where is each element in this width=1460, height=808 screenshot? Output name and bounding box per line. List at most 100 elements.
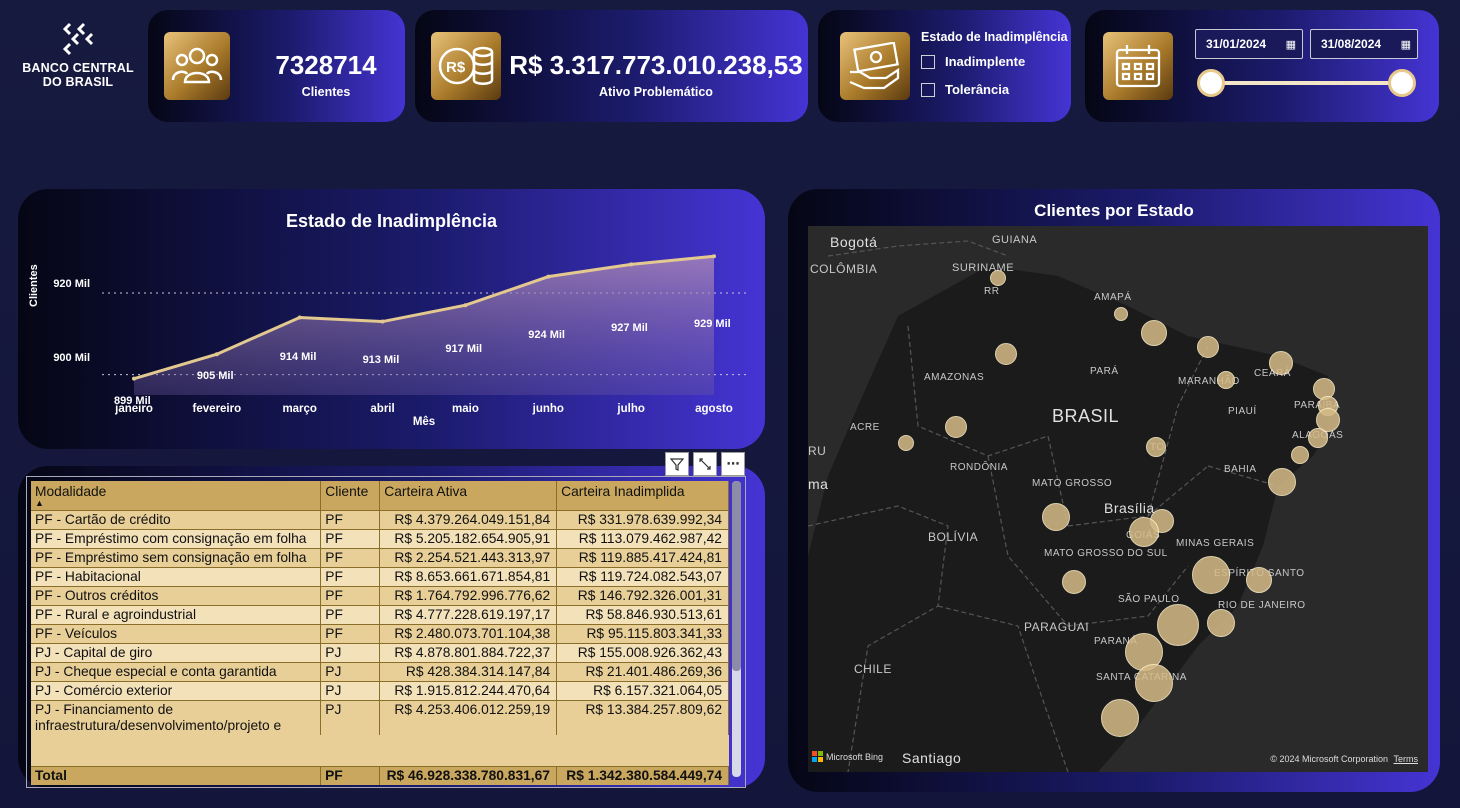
data-label-abril: 913 Mil (362, 353, 400, 366)
map-label: BAHIA (1224, 464, 1257, 475)
map-bubble[interactable] (1217, 371, 1235, 389)
table-row[interactable]: PJ - Cheque especial e conta garantida PJ… (31, 662, 729, 682)
table-row[interactable]: PJ - Financiamento de infraestrutura/des… (31, 700, 729, 735)
sort-up-icon[interactable]: ▲ (35, 499, 316, 508)
table-row[interactable]: PF - Cartão de crédito PF R$ 4.379.264.049… (31, 510, 729, 530)
logo-line2: DO BRASIL (42, 75, 114, 89)
table-row[interactable]: PF - Rural e agroindustrial PF R$ 4.777.22… (31, 605, 729, 625)
date-slider-end-handle[interactable] (1388, 69, 1416, 97)
date-slider-track[interactable] (1211, 81, 1403, 85)
filter-option-tolerancia[interactable]: Tolerância (921, 82, 1009, 97)
map-bubble[interactable] (1135, 664, 1173, 702)
map-bubble[interactable] (1192, 556, 1230, 594)
map-bubble[interactable] (1146, 437, 1166, 457)
date-picker-icon[interactable]: ▦ (1286, 38, 1296, 51)
map-bubble[interactable] (1157, 604, 1199, 646)
cell-carteira-inadimplida: R$ 13.384.257.809,62 (556, 700, 729, 735)
map-bubble[interactable] (1197, 336, 1219, 358)
map-bubble[interactable] (1308, 428, 1328, 448)
table-row[interactable]: PF - Empréstimo sem consignação em folha… (31, 548, 729, 568)
x-tick-janeiro: janeiro (115, 403, 153, 415)
column-header-carteira-inadimplida[interactable]: Carteira Inadimplida (556, 481, 729, 511)
data-point-janeiro[interactable] (132, 376, 136, 381)
data-point-fevereiro[interactable] (214, 352, 219, 357)
data-point-abril[interactable] (380, 319, 385, 324)
bcb-logo: BANCO CENTRAL DO BRASIL (14, 22, 142, 102)
map-bubble[interactable] (990, 270, 1006, 286)
map-bubble[interactable] (1141, 320, 1167, 346)
x-tick-julho: julho (617, 403, 645, 415)
column-header-carteira-ativa[interactable]: Carteira Ativa (379, 481, 558, 511)
cell-carteira-ativa: R$ 2.480.073.701.104,38 (379, 624, 558, 644)
table-row[interactable]: PF - Empréstimo com consignação em folha… (31, 529, 729, 549)
cell-cliente: PJ (320, 643, 381, 663)
cell-carteira-ativa: R$ 1.764.792.996.776,62 (379, 586, 558, 606)
map-attribution-left: Microsoft Bing (812, 751, 883, 762)
map-bubble[interactable] (1291, 446, 1309, 464)
table-row[interactable]: PF - Habitacional PF R$ 8.653.661.671.854,… (31, 567, 729, 587)
checkbox-inadimplente[interactable] (921, 54, 935, 69)
map-label: ma (808, 476, 829, 492)
data-point-maio[interactable] (463, 303, 468, 308)
clientes-map[interactable]: Bogotá COLÔMBIA GUIANA SURINAME RR AMAPÁ AMAZO… (808, 226, 1428, 772)
map-terms-link[interactable]: Terms (1394, 754, 1419, 764)
focus-mode-icon[interactable] (693, 452, 717, 476)
data-label-maio: 917 Mil (445, 343, 483, 356)
users-icon (164, 32, 230, 100)
map-label: AMAPÁ (1094, 292, 1132, 303)
cell-carteira-inadimplida: R$ 155.008.926.362,43 (556, 643, 729, 663)
map-bubble[interactable] (995, 343, 1017, 365)
map-bubble[interactable] (945, 416, 967, 438)
end-date-input[interactable]: 31/08/2024 ▦ (1310, 29, 1418, 59)
cell-carteira-inadimplida: R$ 95.115.803.341,33 (556, 624, 729, 644)
map-bubble[interactable] (1269, 351, 1293, 375)
map-bubble[interactable] (898, 435, 914, 451)
table-row[interactable]: PJ - Comércio exterior PJ R$ 1.915.812.244… (31, 681, 729, 701)
cell-modalidade: PF - Rural e agroindustrial (31, 605, 322, 625)
data-point-março[interactable] (297, 315, 302, 320)
kpi-ativo-card: R$ R$ 3.317.773.010.238,53 Ativo Problem… (415, 10, 808, 122)
map-bubble[interactable] (1114, 307, 1128, 321)
data-point-junho[interactable] (546, 274, 551, 279)
map-label: MATO GROSSO DO SUL (1044, 548, 1168, 559)
filter-icon[interactable] (665, 452, 689, 476)
map-bubble[interactable] (1129, 517, 1159, 547)
start-date-input[interactable]: 31/01/2024 ▦ (1195, 29, 1303, 59)
table-scrollbar[interactable] (732, 481, 741, 777)
logo-line1: BANCO CENTRAL (22, 61, 134, 75)
money-hand-icon (840, 32, 910, 100)
data-label-agosto: 929 Mil (694, 318, 731, 331)
map-bubble[interactable] (1042, 503, 1070, 531)
column-header-cliente[interactable]: Cliente (320, 481, 381, 511)
data-point-agosto[interactable] (712, 254, 716, 259)
map-label: SÃO PAULO (1118, 594, 1180, 605)
cell-carteira-ativa: R$ 428.384.314.147,84 (379, 662, 558, 682)
end-date-value: 31/08/2024 (1321, 37, 1382, 51)
table-row[interactable]: PJ - Capital de giro PJ R$ 4.878.801.884.7… (31, 643, 729, 663)
column-header-modalidade[interactable]: Modalidade ▲ (31, 481, 322, 511)
table-row[interactable]: PF - Veículos PF R$ 2.480.073.701.104,38 R$… (31, 624, 729, 644)
cell-cliente: PJ (320, 681, 381, 701)
x-tick-abril: abril (370, 403, 395, 415)
map-bubble[interactable] (1246, 567, 1272, 593)
map-bubble[interactable] (1268, 468, 1296, 496)
cell-carteira-inadimplida: R$ 21.401.486.269,36 (556, 662, 729, 682)
checkbox-tolerancia[interactable] (921, 82, 935, 97)
map-bubble[interactable] (1101, 699, 1139, 737)
kpi-ativo-label: Ativo Problemático (599, 85, 713, 99)
bcb-emblem-icon (62, 22, 94, 56)
map-bubble[interactable] (1207, 609, 1235, 637)
filter-option-inadimplente[interactable]: Inadimplente (921, 54, 1025, 69)
cell-modalidade: PJ - Cheque especial e conta garantida (31, 662, 322, 682)
table-scrollbar-thumb[interactable] (732, 481, 741, 671)
map-label: PARÁ (1090, 366, 1119, 377)
date-picker-icon[interactable]: ▦ (1401, 38, 1411, 51)
date-slider-start-handle[interactable] (1197, 69, 1225, 97)
table-visual-frame: Modalidade ▲ Cliente Carteira Ativa Cart… (26, 476, 746, 788)
date-range-card: 31/01/2024 ▦ 31/08/2024 ▦ (1085, 10, 1439, 122)
table-row[interactable]: PF - Outros créditos PF R$ 1.764.792.996.7… (31, 586, 729, 606)
data-point-julho[interactable] (629, 262, 634, 267)
cell-cliente: PJ (320, 700, 381, 735)
more-options-button[interactable]: ⋯ (721, 452, 745, 476)
map-bubble[interactable] (1062, 570, 1086, 594)
